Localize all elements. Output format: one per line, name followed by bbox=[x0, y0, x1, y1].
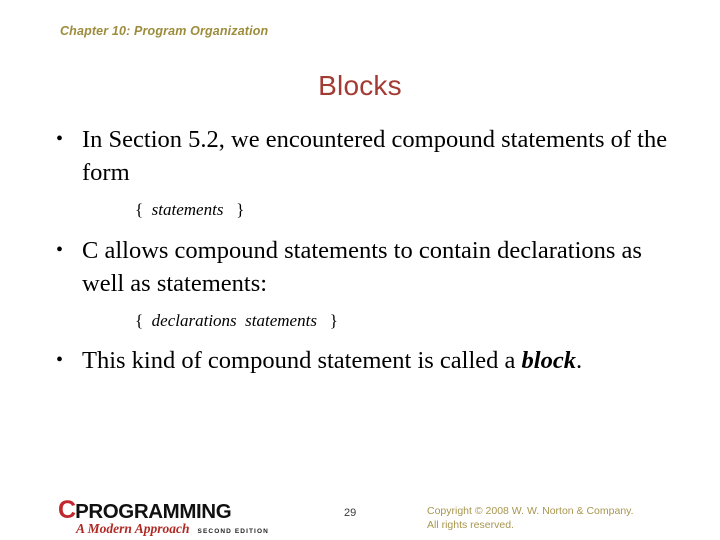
slide-body: • In Section 5.2, we encountered compoun… bbox=[48, 124, 678, 377]
copyright-line-1: Copyright © 2008 W. W. Norton & Company. bbox=[427, 505, 634, 517]
open-brace-1: { bbox=[135, 200, 144, 220]
bullet-marker-icon: • bbox=[56, 238, 64, 261]
bullet-item-1: • In Section 5.2, we encountered compoun… bbox=[48, 124, 678, 189]
slide-footer: C PROGRAMMING A Modern Approach SECOND E… bbox=[0, 494, 720, 540]
code-line-1: { statements } bbox=[48, 198, 678, 222]
close-brace-1: } bbox=[236, 200, 245, 220]
copyright-notice: Copyright © 2008 W. W. Norton & Company.… bbox=[427, 504, 634, 532]
bullet-text-3-after: . bbox=[575, 346, 583, 374]
logo-programming-word: PROGRAMMING bbox=[75, 500, 232, 523]
code-metavar-statements-1: statements bbox=[151, 200, 224, 220]
logo-secondary-line: A Modern Approach SECOND EDITION bbox=[58, 522, 288, 536]
logo-edition-label: SECOND EDITION bbox=[197, 528, 269, 535]
bullet-item-2: • C allows compound statements to contai… bbox=[48, 235, 678, 300]
logo-primary-line: C PROGRAMMING bbox=[58, 496, 288, 524]
close-brace-2: } bbox=[329, 311, 338, 331]
bullet-marker-icon: • bbox=[56, 128, 64, 150]
page-number: 29 bbox=[344, 507, 357, 519]
open-brace-2: { bbox=[135, 311, 144, 331]
book-logo: C PROGRAMMING A Modern Approach SECOND E… bbox=[58, 498, 288, 538]
bullet-item-3: • This kind of compound statement is cal… bbox=[48, 345, 678, 378]
code-metavar-declarations: declarations bbox=[151, 311, 237, 331]
page-title: Blocks bbox=[318, 70, 402, 101]
logo-c-letter-icon: C bbox=[58, 496, 76, 524]
block-term-emphasis: block bbox=[521, 346, 576, 374]
bullet-text-3: This kind of compound statement is calle… bbox=[82, 345, 678, 378]
logo-subtitle: A Modern Approach bbox=[76, 521, 190, 536]
slide-canvas: Chapter 10: Program Organization Blocks … bbox=[0, 0, 720, 540]
code-line-2: { declarations statements } bbox=[48, 309, 678, 333]
bullet-text-3-before: This kind of compound statement is calle… bbox=[82, 346, 522, 374]
chapter-header: Chapter 10: Program Organization bbox=[60, 24, 269, 38]
bullet-marker-icon: • bbox=[56, 348, 64, 371]
code-metavar-statements-2: statements bbox=[245, 311, 317, 331]
bullet-text-1: In Section 5.2, we encountered compound … bbox=[82, 126, 668, 186]
bullet-text-2: C allows compound statements to contain … bbox=[82, 236, 642, 297]
copyright-line-2: All rights reserved. bbox=[427, 519, 514, 532]
